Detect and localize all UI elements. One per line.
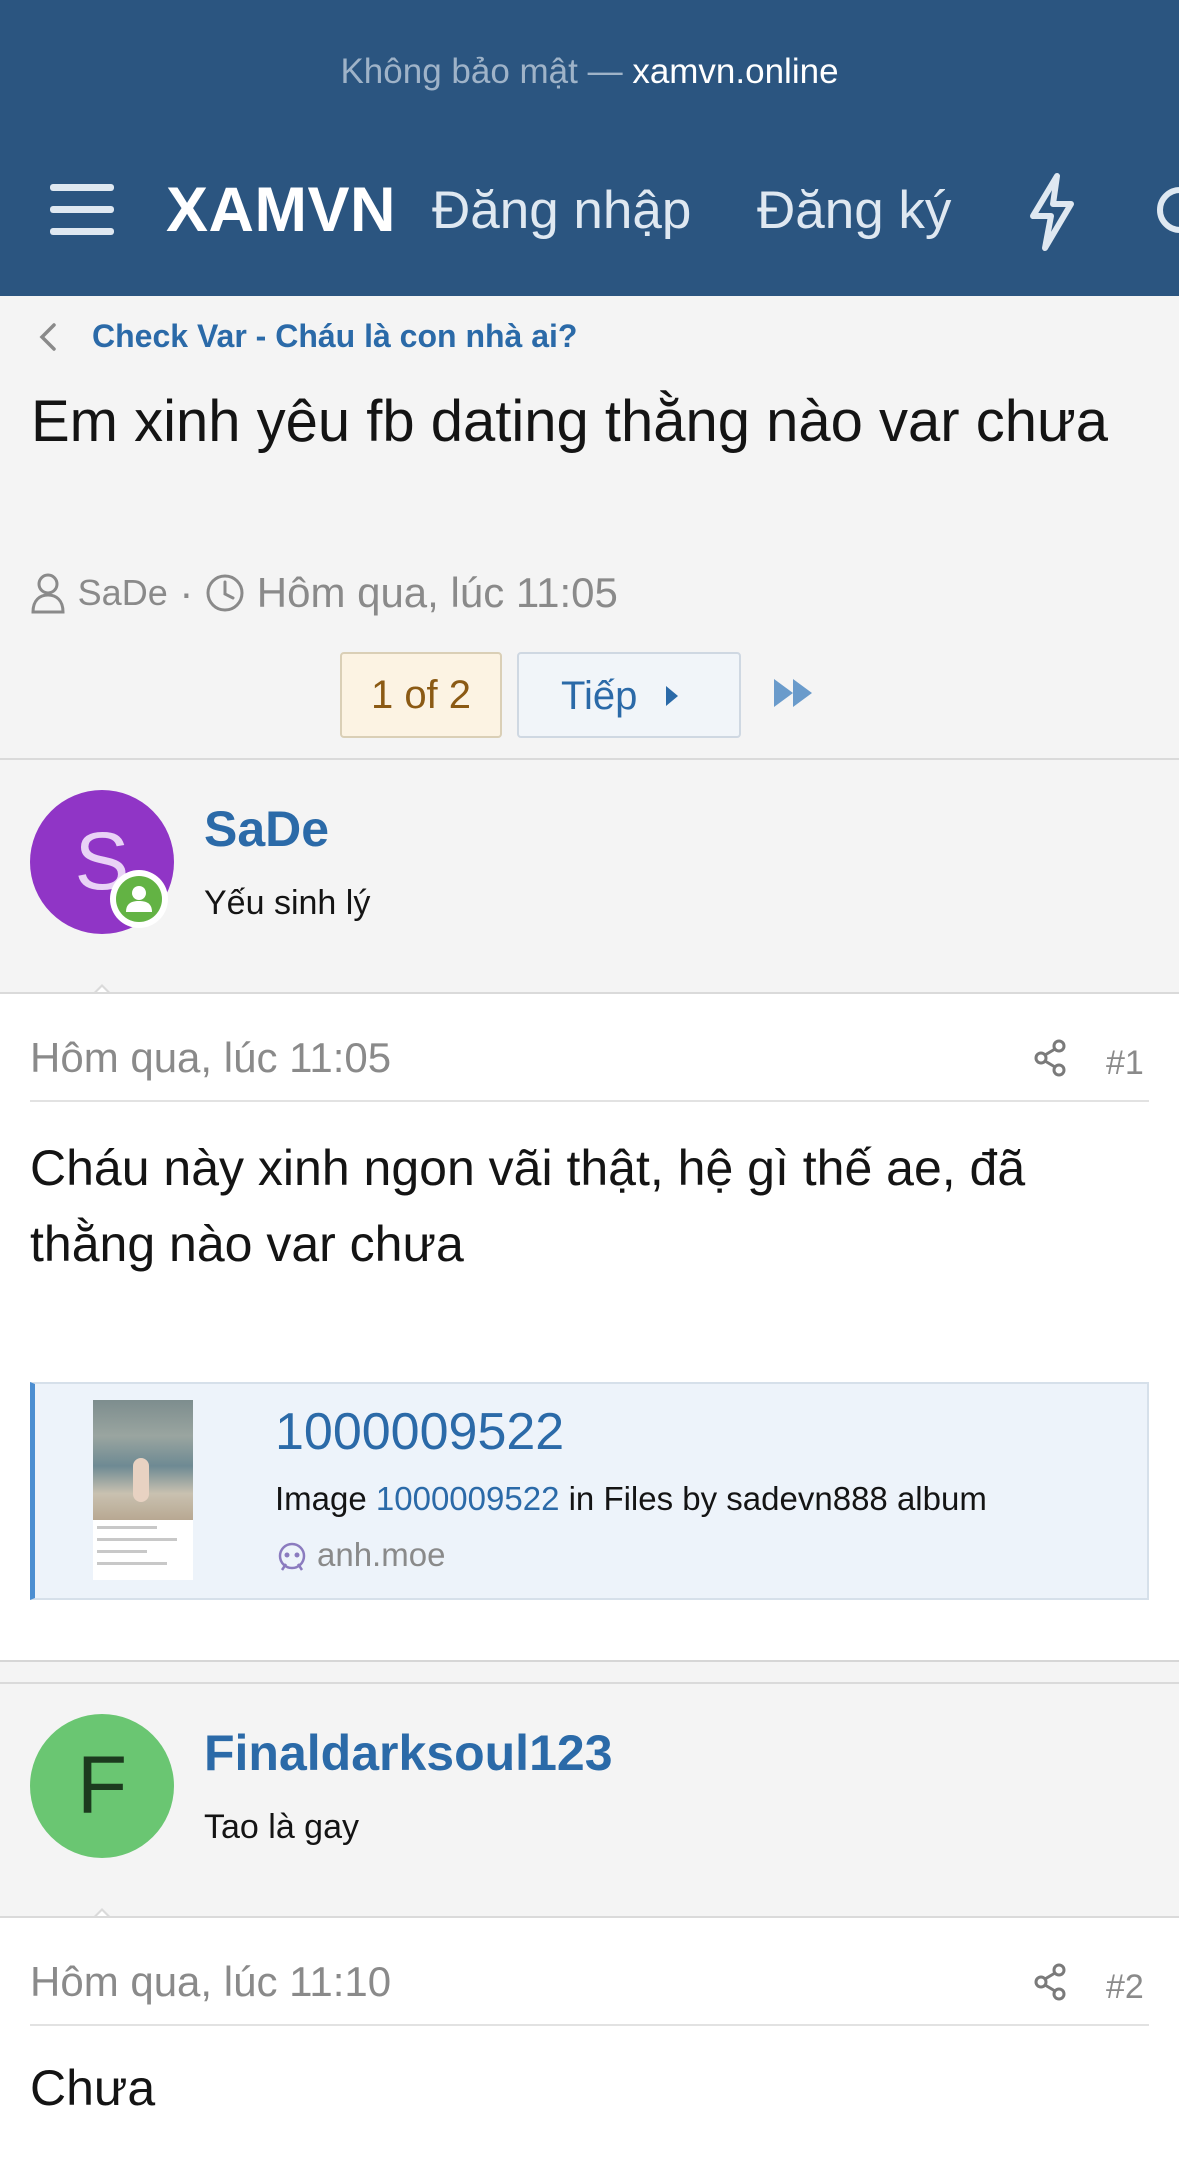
site-header: Không bảo mật — xamvn.online XAMVN Đăng … <box>0 0 1179 296</box>
thread-meta: SaDe · Hôm qua, lúc 11:05 <box>30 566 618 617</box>
url-domain: xamvn.online <box>632 52 839 91</box>
share-icon[interactable] <box>1032 1038 1068 1078</box>
breadcrumb-forum-link[interactable]: Check Var - Cháu là con nhà ai? <box>92 318 577 355</box>
post-username[interactable]: Finaldarksoul123 <box>204 1724 613 1782</box>
post-number[interactable]: #1 <box>1106 1044 1144 1083</box>
user-icon <box>31 573 65 614</box>
chevron-left-icon <box>39 323 56 351</box>
embed-title[interactable]: 1000009522 <box>275 1402 564 1462</box>
hamburger-menu-icon[interactable] <box>50 182 114 238</box>
lightning-bolt-icon[interactable] <box>1025 172 1079 252</box>
user-title: Tao là gay <box>204 1808 359 1846</box>
page-title: Em xinh yêu fb dating thằng nào var chưa <box>31 389 1109 454</box>
post-date[interactable]: Hôm qua, lúc 11:05 <box>30 1034 391 1082</box>
browser-url-bar[interactable]: Không bảo mật — xamvn.online <box>0 52 1179 92</box>
triangle-right-icon <box>666 686 678 706</box>
register-link[interactable]: Đăng ký <box>757 180 951 241</box>
embed-thumbnail <box>93 1400 193 1580</box>
post-body: Hôm qua, lúc 11:05 #1 Cháu này xinh ngon… <box>0 992 1179 1660</box>
post-user-block: S SaDe Yếu sinh lý <box>0 758 1179 1011</box>
clock-icon <box>206 574 244 612</box>
double-triangle-right-icon[interactable] <box>772 676 818 710</box>
user-online-icon <box>126 886 152 912</box>
post-body: Hôm qua, lúc 11:10 #2 Chưa <box>0 1916 1179 2157</box>
thread-start-date[interactable]: Hôm qua, lúc 11:05 <box>257 569 618 617</box>
site-logo[interactable]: XAMVN <box>166 174 396 246</box>
post-user-block: F Finaldarksoul123 Tao là gay <box>0 1682 1179 1935</box>
embed-description: Image 1000009522 in Files by sadevn888 a… <box>275 1480 987 1518</box>
embed-site: anh.moe <box>275 1536 445 1574</box>
search-icon[interactable] <box>1150 184 1179 244</box>
post-message: Cháu này xinh ngon vãi thật, hệ gì thế a… <box>30 1140 1026 1272</box>
avatar[interactable]: F <box>30 1714 174 1858</box>
user-title: Yếu sinh lý <box>204 884 371 922</box>
nav-bar: XAMVN Đăng nhập Đăng ký <box>0 168 1179 258</box>
anh-moe-icon <box>278 1543 306 1571</box>
post-username[interactable]: SaDe <box>204 800 329 858</box>
divider <box>30 2024 1149 2026</box>
divider <box>30 1100 1149 1102</box>
login-link[interactable]: Đăng nhập <box>432 180 691 241</box>
embed-site-name: anh.moe <box>317 1536 446 1573</box>
pagination-next-button[interactable]: Tiếp <box>517 652 741 738</box>
security-label: Không bảo mật — <box>340 52 623 91</box>
pagination-current[interactable]: 1 of 2 <box>340 652 502 738</box>
meta-separator: · <box>179 568 194 616</box>
share-icon[interactable] <box>1032 1962 1068 2002</box>
link-embed-card[interactable]: 1000009522 Image 1000009522 in Files by … <box>30 1382 1149 1600</box>
post-number[interactable]: #2 <box>1106 1968 1144 2007</box>
thread-author-link[interactable]: SaDe <box>78 572 168 614</box>
next-button-label: Tiếp <box>561 674 638 718</box>
post-message: Chưa <box>30 2060 156 2116</box>
embed-desc-link[interactable]: 1000009522 <box>376 1480 560 1517</box>
post-date[interactable]: Hôm qua, lúc 11:10 <box>30 1958 391 2006</box>
embed-desc-suffix: in Files by sadevn888 album <box>568 1480 987 1517</box>
online-status-badge <box>110 870 168 928</box>
embed-desc-prefix: Image <box>275 1480 367 1517</box>
